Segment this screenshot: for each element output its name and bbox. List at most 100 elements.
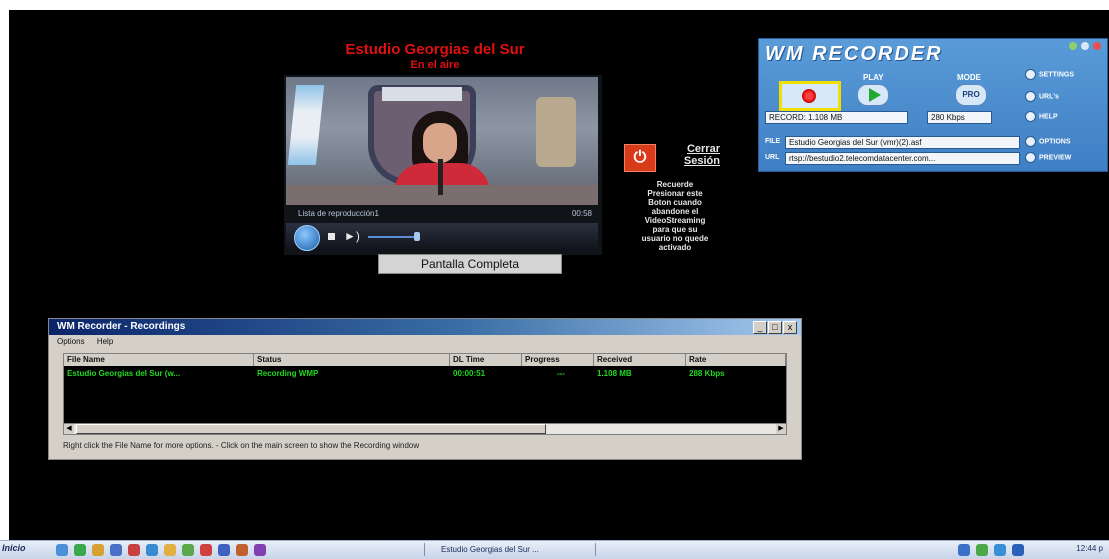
stop-button[interactable] [328, 233, 335, 240]
close-session-link[interactable]: Cerrar Sesión [660, 143, 720, 167]
menu-options[interactable]: Options [57, 337, 85, 346]
maximize-icon[interactable] [1081, 42, 1089, 50]
cell-file-name[interactable]: Estudio Georgias del Sur (w... [64, 368, 257, 379]
quicklaunch-icon[interactable] [200, 544, 212, 556]
settings-button[interactable]: SETTINGS [1025, 69, 1074, 80]
help-button[interactable]: HELP [1025, 111, 1058, 122]
start-button[interactable]: Inicio [2, 543, 26, 553]
record-status-field: RECORD: 1.108 MB [765, 111, 908, 124]
playback-time: 00:58 [571, 209, 592, 218]
cell-progress: --- [557, 369, 565, 378]
session-reminder-note: Recuerde Presionar este Boton cuando aba… [641, 180, 709, 252]
options-label: OPTIONS [1039, 138, 1071, 146]
column-dl-time[interactable]: DL Time [450, 354, 522, 366]
presenter-face [423, 123, 457, 163]
options-icon [1025, 136, 1036, 147]
record-button[interactable] [779, 81, 841, 111]
cell-rate: 288 Kbps [689, 369, 725, 378]
url-icon [1025, 91, 1036, 102]
window-minimize-button[interactable]: _ [753, 321, 767, 334]
power-icon[interactable]: ⏻ [624, 144, 656, 172]
preview-button[interactable]: PREVIEW [1025, 152, 1071, 163]
preview-label: PREVIEW [1039, 154, 1072, 162]
quicklaunch-icon[interactable] [236, 544, 248, 556]
help-label: HELP [1039, 113, 1058, 121]
scrollbar-thumb[interactable] [76, 424, 546, 434]
play-button[interactable] [857, 84, 889, 106]
quicklaunch-icon[interactable] [254, 544, 266, 556]
tray-icon[interactable] [1012, 544, 1024, 556]
menu-help[interactable]: Help [97, 337, 113, 346]
settings-label: SETTINGS [1039, 71, 1075, 79]
wm-recorder-panel: WM RECORDER PLAY MODE PRO RECORD: 1.108 … [758, 38, 1108, 172]
close-session-label-line2: Sesión [683, 155, 720, 167]
options-button[interactable]: OPTIONS [1025, 136, 1071, 147]
quicklaunch-icon[interactable] [74, 544, 86, 556]
volume-slider-knob[interactable] [414, 232, 420, 241]
column-status[interactable]: Status [254, 354, 450, 366]
quicklaunch-icon[interactable] [56, 544, 68, 556]
fullscreen-button[interactable]: Pantalla Completa [378, 254, 562, 274]
preview-icon [1025, 152, 1036, 163]
settings-icon [1025, 69, 1036, 80]
urls-label: URL's [1039, 93, 1059, 101]
bitrate-field: 280 Kbps [927, 111, 992, 124]
window-maximize-button[interactable]: □ [768, 321, 782, 334]
horizontal-scrollbar[interactable]: ◀ ▶ [63, 423, 787, 435]
taskbar: Inicio Estudio Georgias del Sur ... 12:4… [0, 540, 1109, 559]
emblem-banner [382, 87, 462, 101]
volume-slider[interactable] [368, 236, 418, 238]
scroll-right-icon[interactable]: ▶ [776, 424, 786, 434]
mode-label: MODE [957, 73, 981, 82]
close-icon[interactable] [1093, 42, 1101, 50]
video-player[interactable]: Lista de reproducción1 00:58 ►) [284, 75, 602, 255]
record-icon [802, 89, 816, 103]
urls-button[interactable]: URL's [1025, 91, 1059, 102]
recordings-window-title: WM Recorder - Recordings [57, 321, 186, 332]
tray-icon[interactable] [958, 544, 970, 556]
taskbar-clock[interactable]: 12:44 p [1076, 544, 1103, 553]
recordings-titlebar[interactable]: WM Recorder - Recordings _ □ x [49, 319, 801, 335]
quicklaunch-icon[interactable] [110, 544, 122, 556]
volume-icon[interactable]: ►) [344, 229, 360, 243]
recordings-window: WM Recorder - Recordings _ □ x Options Hel… [48, 318, 802, 460]
video-frame[interactable] [286, 77, 598, 205]
tray-icon[interactable] [976, 544, 988, 556]
mode-button[interactable]: PRO [955, 84, 987, 106]
stream-subtitle: En el aire [410, 59, 460, 71]
column-received[interactable]: Received [594, 354, 686, 366]
tray-icon[interactable] [994, 544, 1006, 556]
file-field[interactable]: Estudio Georgias del Sur (vmr)(2).asf [785, 136, 1020, 149]
recordings-list[interactable]: File Name Status DL Time Progress Receiv… [63, 353, 787, 431]
microphone [438, 159, 443, 195]
wm-recorder-logo: WM RECORDER [765, 43, 943, 65]
quicklaunch-icon[interactable] [164, 544, 176, 556]
quicklaunch-icon[interactable] [128, 544, 140, 556]
column-progress[interactable]: Progress [522, 354, 594, 366]
file-label: FILE [765, 138, 781, 145]
taskbar-window-button[interactable]: Estudio Georgias del Sur ... [424, 543, 596, 556]
quicklaunch-icon[interactable] [92, 544, 104, 556]
url-label: URL [765, 154, 780, 161]
playlist-label: Lista de reproducción1 [298, 209, 379, 218]
minimize-icon[interactable] [1069, 42, 1077, 50]
status-text: Right click the File Name for more optio… [63, 441, 420, 450]
close-session-label-line1: Cerrar [686, 143, 720, 155]
play-pause-button[interactable] [294, 225, 320, 251]
cell-received: 1.108 MB [597, 369, 632, 378]
stream-title: Estudio Georgias del Sur [345, 41, 525, 58]
column-file-name[interactable]: File Name [64, 354, 254, 366]
help-icon [1025, 111, 1036, 122]
menu-bar: Options Help [57, 337, 123, 346]
scroll-left-icon[interactable]: ◀ [64, 424, 74, 434]
list-header: File Name Status DL Time Progress Receiv… [64, 354, 786, 366]
column-rate[interactable]: Rate [686, 354, 786, 366]
player-controls: ►) [286, 223, 598, 251]
quicklaunch-icon[interactable] [218, 544, 230, 556]
play-label: PLAY [863, 73, 884, 82]
window-close-button[interactable]: x [783, 321, 797, 334]
quicklaunch-icon[interactable] [146, 544, 158, 556]
url-field[interactable]: rtsp://bestudio2.telecomdatacenter.com..… [785, 152, 1020, 165]
flag-image [287, 85, 325, 165]
quicklaunch-icon[interactable] [182, 544, 194, 556]
